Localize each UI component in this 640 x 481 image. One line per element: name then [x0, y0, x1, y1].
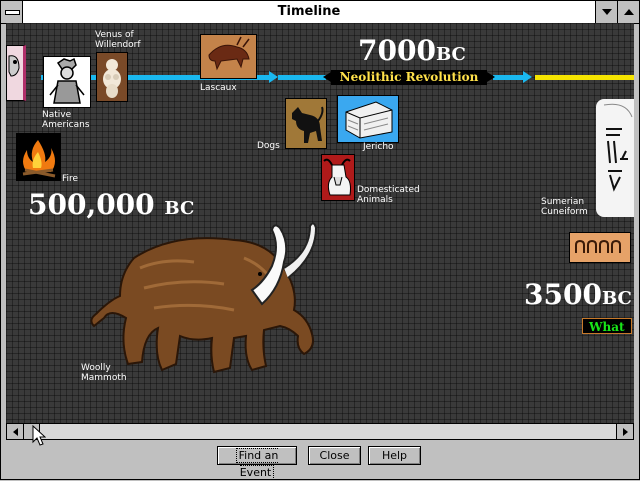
- find-event-button[interactable]: Find an Event: [217, 446, 297, 480]
- scroll-right-icon[interactable]: [616, 424, 633, 439]
- event-label-native-americans[interactable]: Native Americans: [42, 110, 90, 130]
- native-americans-thumb[interactable]: [43, 56, 91, 108]
- event-label-domesticated-animals[interactable]: Domesticated Animals: [357, 185, 420, 205]
- event-label-dogs[interactable]: Dogs: [257, 141, 280, 151]
- event-label-woolly-mammoth[interactable]: Woolly Mammoth: [81, 363, 127, 383]
- horizontal-scrollbar[interactable]: [6, 423, 634, 440]
- event-label-jericho[interactable]: Jericho: [363, 142, 394, 152]
- timeline-arrow-head: [269, 71, 278, 83]
- date-3500bc: 3500BC: [524, 277, 632, 317]
- minimize-icon[interactable]: [595, 1, 617, 23]
- mouse-cursor-icon: [32, 425, 46, 446]
- sumerian-cuneiform-thumb[interactable]: [596, 99, 634, 217]
- maximize-icon[interactable]: [617, 1, 639, 23]
- event-label-venus[interactable]: Venus of Willendorf: [95, 30, 141, 50]
- jericho-thumb[interactable]: [337, 95, 399, 143]
- next-era-label[interactable]: What: [582, 318, 632, 334]
- timeline-arrow-head: [523, 71, 532, 83]
- timeline-arrow: [493, 75, 523, 80]
- scroll-left-icon[interactable]: [7, 424, 24, 439]
- date-500000bc-suffix: BC: [164, 198, 195, 219]
- date-3500bc-number: 3500: [524, 278, 602, 311]
- window-title: Timeline: [277, 4, 341, 19]
- timeline-canvas[interactable]: Native Americans Venus of Willendorf Las…: [6, 23, 634, 423]
- date-500000bc-number: 500,000: [28, 188, 155, 221]
- event-thumb-partial[interactable]: [6, 45, 26, 101]
- lascaux-thumb[interactable]: [200, 34, 257, 79]
- event-label-lascaux[interactable]: Lascaux: [200, 83, 237, 93]
- date-7000bc-number: 7000: [358, 34, 436, 67]
- system-menu-icon[interactable]: [1, 1, 23, 23]
- date-7000bc: 7000BC: [358, 34, 466, 72]
- era-neolithic-revolution[interactable]: Neolithic Revolution: [323, 70, 495, 85]
- event-label-sumerian-cuneiform[interactable]: Sumerian Cuneiform: [541, 197, 588, 217]
- date-7000bc-suffix: BC: [435, 44, 466, 65]
- dogs-thumb[interactable]: [285, 98, 327, 149]
- close-button[interactable]: Close: [308, 446, 361, 465]
- pottery-thumb[interactable]: [569, 232, 631, 263]
- timeline-window: Timeline Native Americans Venus of Wille…: [0, 0, 640, 480]
- event-label-fire[interactable]: Fire: [62, 174, 78, 184]
- venus-thumb[interactable]: [96, 52, 128, 102]
- timeline-arrow-future: [535, 75, 634, 80]
- button-bar: Find an Event Close Help: [1, 440, 639, 480]
- domesticated-animals-thumb[interactable]: [321, 154, 355, 201]
- date-500000bc: 500,000 BC: [28, 187, 194, 227]
- help-button[interactable]: Help: [368, 446, 421, 465]
- timeline-arrow: [278, 75, 326, 80]
- fire-thumb[interactable]: [16, 133, 61, 181]
- find-event-label: Find an Event: [235, 448, 279, 480]
- date-3500bc-suffix: BC: [601, 288, 632, 309]
- scroll-track[interactable]: [24, 424, 616, 439]
- title-bar[interactable]: Timeline: [1, 1, 639, 24]
